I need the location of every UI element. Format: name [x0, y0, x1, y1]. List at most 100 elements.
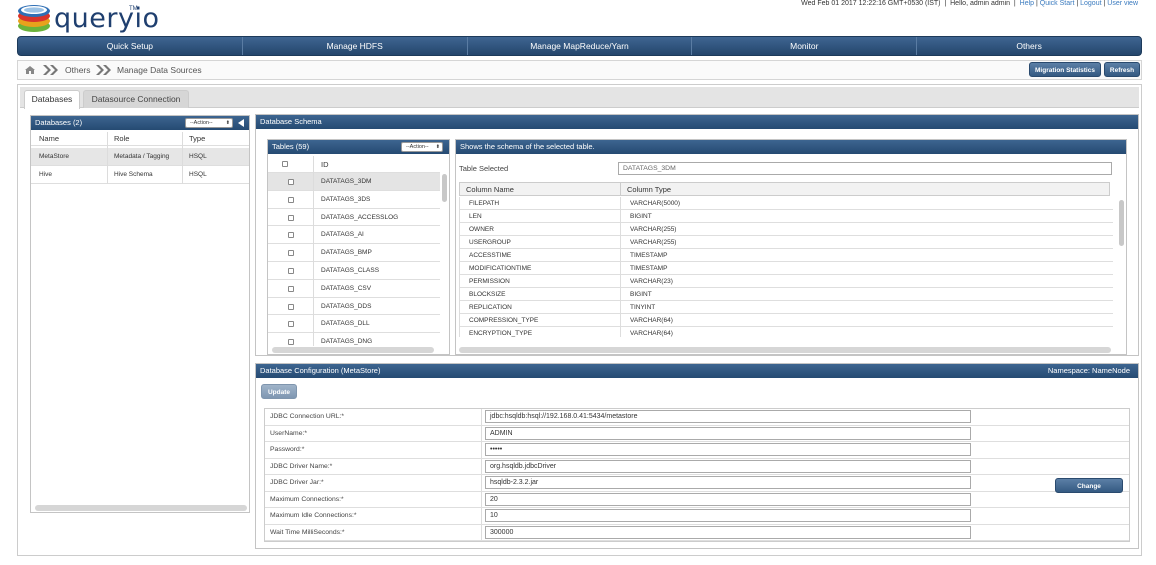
breadcrumb-others[interactable]: Others — [65, 65, 91, 75]
field-input[interactable]: 300000 — [485, 525, 971, 539]
table-row[interactable]: DATATAGS_3DM — [268, 173, 440, 191]
column-type: VARCHAR(255) — [630, 226, 677, 233]
col-divider — [182, 132, 183, 184]
table-row[interactable]: DATATAGS_CLASS — [268, 262, 440, 280]
row-checkbox[interactable] — [288, 268, 294, 274]
col-id[interactable]: ID — [321, 160, 329, 169]
row-checkbox[interactable] — [288, 214, 294, 221]
nav-manage-mapreduce[interactable]: Manage MapReduce/Yarn — [468, 37, 693, 55]
refresh-button[interactable]: Refresh — [1104, 62, 1140, 77]
field-input[interactable]: 20 — [485, 492, 971, 506]
user-view-link[interactable]: User view — [1107, 0, 1138, 7]
row-checkbox[interactable] — [288, 232, 294, 239]
col-name[interactable]: Name — [39, 134, 59, 143]
tables-action-select[interactable]: --Action-- ⬍ — [401, 142, 443, 152]
logout-link[interactable]: Logout — [1080, 0, 1101, 7]
tables-header-row: ID — [268, 156, 440, 173]
field-input[interactable]: org.hsqldb.jdbcDriver — [485, 459, 971, 473]
form-row: JDBC Driver Jar:* hsqldb-2.3.2.jar — [265, 475, 1129, 492]
row-checkbox[interactable] — [288, 303, 294, 310]
collapse-left-icon[interactable] — [238, 119, 245, 127]
table-name: DATATAGS_CLASS — [321, 267, 380, 274]
column-name: ACCESSTIME — [469, 252, 512, 259]
columns-hscrollbar[interactable] — [459, 347, 1111, 353]
databases-panel: Databases (2) --Action-- ⬍ Name Role Type… — [30, 115, 250, 513]
table-row[interactable]: DATATAGS_DLL — [268, 315, 440, 334]
form-row: Maximum Idle Connections:* 10 — [265, 508, 1129, 525]
col-column-name[interactable]: Column Name — [466, 185, 514, 194]
list-item: REPLICATION TINYINT — [460, 301, 1113, 314]
field-input[interactable]: hsqldb-2.3.2.jar — [485, 476, 971, 489]
tab-databases[interactable]: Databases — [24, 90, 80, 109]
column-type: VARCHAR(255) — [630, 239, 677, 246]
col-divider — [313, 156, 314, 346]
field-input[interactable]: ADMIN — [485, 426, 971, 440]
table-row[interactable]: Hive Hive Schema HSQL — [31, 166, 249, 184]
select-arrow-icon: ⬍ — [435, 144, 440, 150]
table-row[interactable]: DATATAGS_BMP — [268, 244, 440, 262]
top-bar: Wed Feb 01 2017 12:22:16 GMT+0530 (IST) … — [801, 0, 1138, 7]
col-divider — [620, 223, 621, 236]
schema-title: Database Schema — [260, 117, 322, 126]
form-row: JDBC Connection URL:* jdbc:hsqldb:hsql://… — [265, 409, 1129, 426]
table-row[interactable]: DATATAGS_CSV — [268, 280, 440, 298]
col-type[interactable]: Type — [189, 134, 205, 143]
field-input[interactable]: 10 — [485, 509, 971, 522]
col-column-type[interactable]: Column Type — [627, 185, 671, 194]
databases-hscrollbar[interactable] — [35, 505, 247, 511]
db-role: Metadata / Tagging — [114, 153, 170, 160]
table-name: DATATAGS_3DS — [321, 195, 371, 203]
databases-action-select[interactable]: --Action-- ⬍ — [185, 118, 233, 128]
tables-hscrollbar[interactable] — [272, 347, 434, 353]
column-name: USERGROUP — [469, 239, 511, 246]
nav-others[interactable]: Others — [917, 37, 1141, 55]
row-checkbox[interactable] — [288, 250, 294, 257]
columns-list: FILEPATH VARCHAR(5000) LEN BIGINT OWNER VARCH… — [459, 197, 1113, 337]
tables-action-value: --Action-- — [406, 144, 429, 150]
field-label: Maximum Connections:* — [270, 495, 344, 503]
brand-tm: TM — [129, 6, 138, 12]
row-checkbox[interactable] — [288, 179, 294, 185]
nav-quick-setup[interactable]: Quick Setup — [18, 37, 243, 55]
datetime: Wed Feb 01 2017 12:22:16 GMT+0530 (IST) — [801, 0, 941, 7]
migration-statistics-button[interactable]: Migration Statistics — [1029, 62, 1101, 77]
tab-datasource-connection[interactable]: Datasource Connection — [83, 90, 189, 108]
tables-vscrollbar[interactable] — [442, 174, 447, 202]
column-type: VARCHAR(64) — [630, 317, 673, 324]
columns-vscrollbar[interactable] — [1119, 200, 1124, 246]
col-divider — [620, 327, 621, 337]
table-row[interactable]: DATATAGS_AI — [268, 226, 440, 245]
change-jar-button[interactable]: Change — [1055, 478, 1123, 493]
field-label: UserName:* — [270, 429, 308, 437]
quick-start-link[interactable]: Quick Start — [1040, 0, 1075, 7]
nav-monitor[interactable]: Monitor — [692, 37, 918, 55]
breadcrumb: Others Manage Data Sources Migration Sta… — [17, 60, 1142, 80]
row-checkbox[interactable] — [288, 339, 294, 346]
update-button[interactable]: Update — [261, 384, 297, 399]
tables-title: Tables (59) — [272, 142, 310, 151]
select-all-checkbox[interactable] — [282, 161, 288, 167]
field-input[interactable]: ••••• — [485, 443, 971, 456]
form-row: Wait Time MilliSeconds:* 300000 — [265, 525, 1129, 541]
col-role[interactable]: Role — [114, 134, 129, 143]
column-schema-panel: Shows the schema of the selected table. … — [455, 139, 1127, 355]
table-row[interactable]: DATATAGS_DDS — [268, 298, 440, 316]
row-checkbox[interactable] — [288, 196, 294, 203]
form-row: JDBC Driver Name:* org.hsqldb.jdbcDriver — [265, 459, 1129, 475]
table-row[interactable]: DATATAGS_3DS — [268, 191, 440, 209]
greeting: Hello, admin admin — [950, 0, 1011, 7]
db-type: HSQL — [189, 171, 207, 178]
column-name: OWNER — [469, 226, 494, 233]
table-row[interactable]: DATATAGS_ACCESSLOG — [268, 209, 440, 227]
row-checkbox[interactable] — [288, 321, 294, 328]
column-type: BIGINT — [630, 213, 652, 220]
table-row[interactable]: MetaStore Metadata / Tagging HSQL — [31, 148, 249, 166]
nav-manage-hdfs[interactable]: Manage HDFS — [243, 37, 468, 55]
field-input[interactable]: jdbc:hsqldb:hsql://192.168.0.41:5434/met… — [485, 410, 971, 423]
home-icon[interactable] — [24, 65, 36, 75]
row-checkbox[interactable] — [288, 285, 294, 292]
queryio-logo[interactable]: queryio TM — [16, 2, 159, 34]
field-label: Wait Time MilliSeconds:* — [270, 528, 345, 536]
help-link[interactable]: Help — [1020, 0, 1034, 7]
table-row[interactable]: DATATAGS_DNG — [268, 333, 440, 346]
